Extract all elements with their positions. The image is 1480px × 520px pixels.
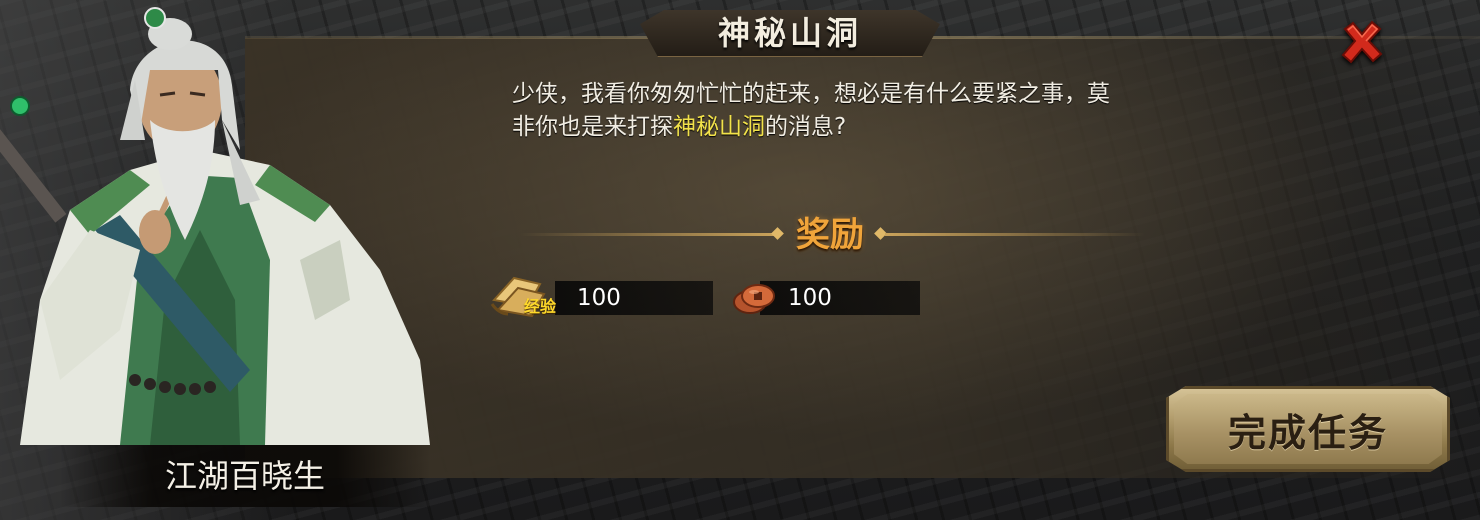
dialog-title: 神秘山洞 xyxy=(717,14,862,52)
reward-divider-left xyxy=(520,233,775,236)
npc-name: 江湖百晓生 xyxy=(164,457,325,495)
dialogue-text: 少侠，我看你匆匆忙忙的赶来，想必是有什么要紧之事，莫 非你也是来打探神秘山洞的消… xyxy=(512,78,1232,144)
complete-quest-button[interactable]: 完成任务 xyxy=(1166,386,1450,472)
close-x-icon xyxy=(1341,20,1383,64)
copper-coin-icon xyxy=(730,278,780,318)
dialogue-line-2-pre: 非你也是来打探 xyxy=(512,114,673,140)
complete-quest-label: 完成任务 xyxy=(1227,410,1388,455)
reward-coin-value: 100 xyxy=(788,285,832,311)
reward-divider-right xyxy=(885,233,1145,236)
close-button[interactable] xyxy=(1336,16,1388,68)
npc-portrait xyxy=(0,0,440,445)
reward-title: 奖励 xyxy=(796,215,864,255)
dialogue-line-2: 非你也是来打探神秘山洞的消息? xyxy=(512,111,1232,144)
reward-coin-bar xyxy=(760,281,920,315)
dialogue-line-2-post: 的消息? xyxy=(765,114,847,140)
dialogue-line-1: 少侠，我看你匆匆忙忙的赶来，想必是有什么要紧之事，莫 xyxy=(512,81,1110,107)
reward-exp-value: 100 xyxy=(577,285,621,311)
quest-name-highlight: 神秘山洞 xyxy=(673,114,765,140)
exp-label: 经验 xyxy=(524,297,557,316)
